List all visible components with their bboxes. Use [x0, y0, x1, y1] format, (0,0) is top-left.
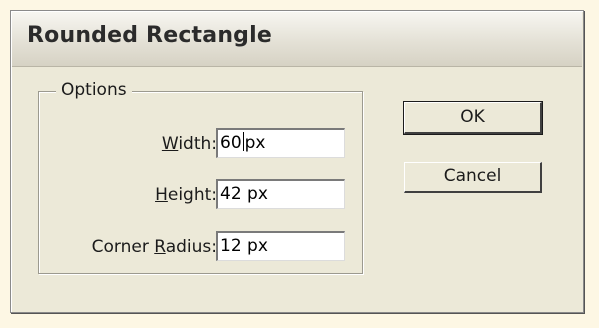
options-group-label: Options: [56, 79, 132, 101]
text-cursor: [242, 132, 244, 151]
corner-radius-field[interactable]: 12 px: [216, 231, 345, 261]
width-value-number: 60: [220, 133, 242, 153]
dialog-title: Rounded Rectangle: [27, 23, 272, 48]
corner-radius-label: Corner Radius:: [92, 237, 217, 257]
dialog-title-bar[interactable]: Rounded Rectangle: [12, 12, 582, 67]
corner-radius-label-text: adius:: [165, 237, 217, 257]
width-value-unit: px: [244, 133, 266, 153]
corner-radius-label-prefix: Corner: [91, 237, 155, 257]
height-label-text: eight:: [167, 185, 217, 205]
cancel-button[interactable]: Cancel: [404, 162, 542, 193]
corner-radius-label-mnemonic: R: [154, 237, 166, 257]
height-label: Height:: [155, 185, 217, 205]
width-label-mnemonic: W: [161, 134, 179, 154]
height-field[interactable]: 42 px: [216, 179, 345, 209]
width-label-text: idth:: [178, 134, 217, 154]
height-label-mnemonic: H: [155, 185, 168, 205]
ok-button[interactable]: OK: [403, 101, 543, 135]
width-field[interactable]: 60 px: [216, 128, 345, 158]
width-label: Width:: [162, 134, 217, 154]
